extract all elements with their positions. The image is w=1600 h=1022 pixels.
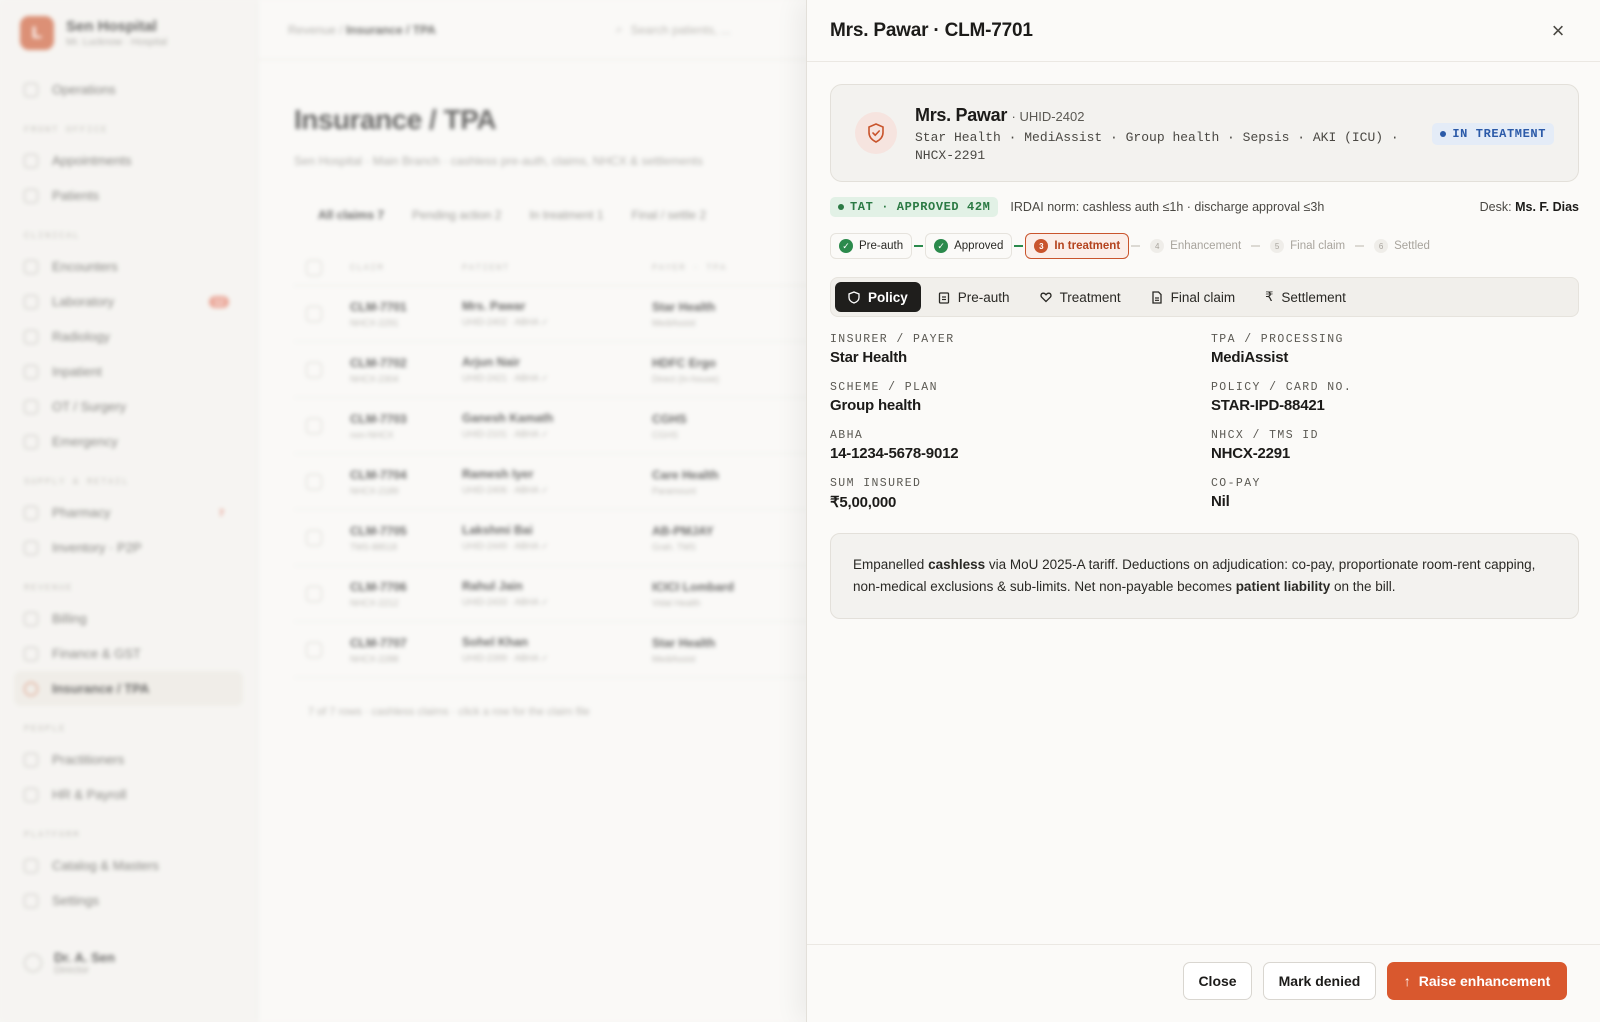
field-value: Nil — [1211, 493, 1230, 510]
step-final-claim[interactable]: 5 Final claim — [1262, 233, 1353, 259]
desk-assignee: Desk: Ms. F. Dias — [1480, 200, 1579, 214]
tab-label: Settlement — [1281, 289, 1346, 305]
claim-drawer: Mrs. Pawar · CLM-7701 × Mrs. Pawar · UHI… — [806, 0, 1600, 1022]
desk-name: Ms. F. Dias — [1515, 200, 1579, 214]
step-label: Settled — [1394, 240, 1430, 252]
document-icon — [1151, 290, 1163, 304]
arrow-up-icon: ↑ — [1403, 973, 1411, 989]
field-label: POLICY / CARD NO. — [1211, 381, 1353, 394]
check-icon: ✓ — [839, 239, 853, 253]
drawer-title: Mrs. Pawar · CLM-7701 — [830, 19, 1033, 41]
raise-enhancement-button[interactable]: ↑ Raise enhancement — [1387, 962, 1567, 1000]
step-connector — [1251, 245, 1261, 247]
field-value: 14-1234-5678-9012 — [830, 445, 959, 462]
patient-summary: Mrs. Pawar · UHID-2402 Star Health · Med… — [915, 105, 1415, 165]
rupee-icon: ₹ — [1265, 289, 1274, 304]
step-number: 6 — [1374, 239, 1389, 253]
policy-field: SUM INSURED ₹5,00,000 — [830, 477, 1211, 511]
field-label: TPA / PROCESSING — [1211, 333, 1344, 346]
step-label: Enhancement — [1170, 240, 1242, 252]
tab-label: Policy — [868, 289, 908, 305]
field-value: Star Health — [830, 349, 907, 366]
claim-progress-steps: ✓ Pre-auth ✓ Approved 3 In treatment 4 Enhancem… — [830, 233, 1438, 259]
step-connector — [914, 245, 924, 247]
step-number: 4 — [1150, 239, 1165, 253]
policy-field: SCHEME / PLAN Group health — [830, 381, 1211, 414]
tab-label: Final claim — [1170, 289, 1236, 305]
mark-denied-button[interactable]: Mark denied — [1263, 962, 1376, 1000]
field-label: INSURER / PAYER — [830, 333, 955, 346]
policy-field: ABHA 14-1234-5678-9012 — [830, 429, 1211, 462]
field-value: NHCX-2291 — [1211, 445, 1291, 462]
field-label: SUM INSURED — [830, 477, 922, 490]
irdai-norm: IRDAI norm: cashless auth ≤1h · discharg… — [1010, 200, 1325, 214]
step-connector — [1355, 245, 1365, 247]
tab-pre-auth[interactable]: Pre-auth — [925, 282, 1023, 312]
tab-treatment[interactable]: Treatment — [1027, 282, 1134, 312]
tab-settlement[interactable]: ₹ Settlement — [1252, 282, 1359, 312]
close-button[interactable]: Close — [1183, 962, 1252, 1000]
desk-label: Desk: — [1479, 200, 1512, 214]
policy-field: NHCX / TMS ID NHCX-2291 — [1211, 429, 1579, 462]
patient-card: Mrs. Pawar · UHID-2402 Star Health · Med… — [830, 84, 1579, 182]
field-label: NHCX / TMS ID — [1211, 429, 1319, 442]
step-pre-auth[interactable]: ✓ Pre-auth — [830, 233, 913, 259]
tab-final-claim[interactable]: Final claim — [1138, 282, 1249, 312]
check-icon: ✓ — [934, 239, 949, 253]
field-value: ₹5,00,000 — [830, 494, 897, 511]
field-label: ABHA — [830, 429, 864, 442]
patient-name: Mrs. Pawar — [915, 105, 1008, 125]
clipboard-icon — [938, 291, 950, 304]
step-label: Final claim — [1290, 240, 1346, 252]
field-value: STAR-IPD-88421 — [1211, 397, 1325, 414]
step-label: In treatment — [1054, 240, 1121, 252]
field-label: CO-PAY — [1211, 477, 1261, 490]
tat-label: TAT · APPROVED 42M — [850, 200, 991, 214]
drawer-footer: Close Mark denied ↑ Raise enhancement — [807, 944, 1600, 1022]
step-enhancement[interactable]: 4 Enhancement — [1142, 233, 1249, 259]
policy-field: INSURER / PAYER Star Health — [830, 333, 1211, 366]
status-badge: IN TREATMENT — [1432, 123, 1554, 145]
tat-row: TAT · APPROVED 42M IRDAI norm: cashless … — [830, 196, 1579, 218]
patient-meta-line: Star Health · MediAssist · Group health … — [915, 130, 1399, 145]
step-label: Pre-auth — [859, 240, 904, 252]
close-icon[interactable]: × — [1546, 18, 1570, 43]
shield-icon — [855, 112, 897, 154]
step-connector — [1014, 245, 1024, 247]
patient-meta-line: NHCX-2291 — [915, 148, 986, 163]
tat-badge: TAT · APPROVED 42M — [830, 197, 999, 217]
tab-label: Treatment — [1059, 289, 1121, 305]
note-emphasis: cashless — [928, 557, 986, 572]
policy-field: CO-PAY Nil — [1211, 477, 1579, 511]
field-value: Group health — [830, 397, 921, 414]
note-text: Empanelled — [853, 557, 929, 572]
shield-icon — [848, 290, 860, 304]
tab-policy[interactable]: Policy — [835, 282, 921, 312]
note-text: on the bill. — [1330, 579, 1396, 594]
drawer-header: Mrs. Pawar · CLM-7701 — [807, 0, 1600, 62]
patient-uhid: · UHID-2402 — [1011, 109, 1085, 124]
step-settled[interactable]: 6 Settled — [1366, 233, 1438, 259]
patient-meta: Star Health · MediAssist · Group health … — [915, 129, 1415, 165]
button-label: Raise enhancement — [1418, 973, 1551, 989]
tab-label: Pre-auth — [957, 289, 1010, 305]
tat-dot-icon — [838, 204, 844, 210]
heart-icon — [1039, 291, 1052, 303]
field-value: MediAssist — [1211, 349, 1289, 366]
status-dot-icon — [1440, 131, 1447, 137]
policy-fields: INSURER / PAYER Star Health TPA / PROCESSI… — [830, 333, 1579, 511]
step-number: 5 — [1270, 239, 1285, 253]
policy-field: TPA / PROCESSING MediAssist — [1211, 333, 1579, 366]
step-number: 3 — [1034, 239, 1049, 253]
field-label: SCHEME / PLAN — [830, 381, 938, 394]
drawer-tabs: Policy Pre-auth Treatment Final claim ₹ Settl… — [830, 277, 1579, 317]
step-label: Approved — [954, 240, 1004, 252]
step-connector — [1131, 245, 1141, 247]
policy-field: POLICY / CARD NO. STAR-IPD-88421 — [1211, 381, 1579, 414]
step-in-treatment[interactable]: 3 In treatment — [1025, 233, 1130, 259]
policy-note: Empanelled cashless via MoU 2025-A tarif… — [830, 533, 1579, 619]
step-approved[interactable]: ✓ Approved — [925, 233, 1013, 259]
note-emphasis: patient liability — [1235, 579, 1331, 594]
status-label: IN TREATMENT — [1452, 127, 1546, 141]
